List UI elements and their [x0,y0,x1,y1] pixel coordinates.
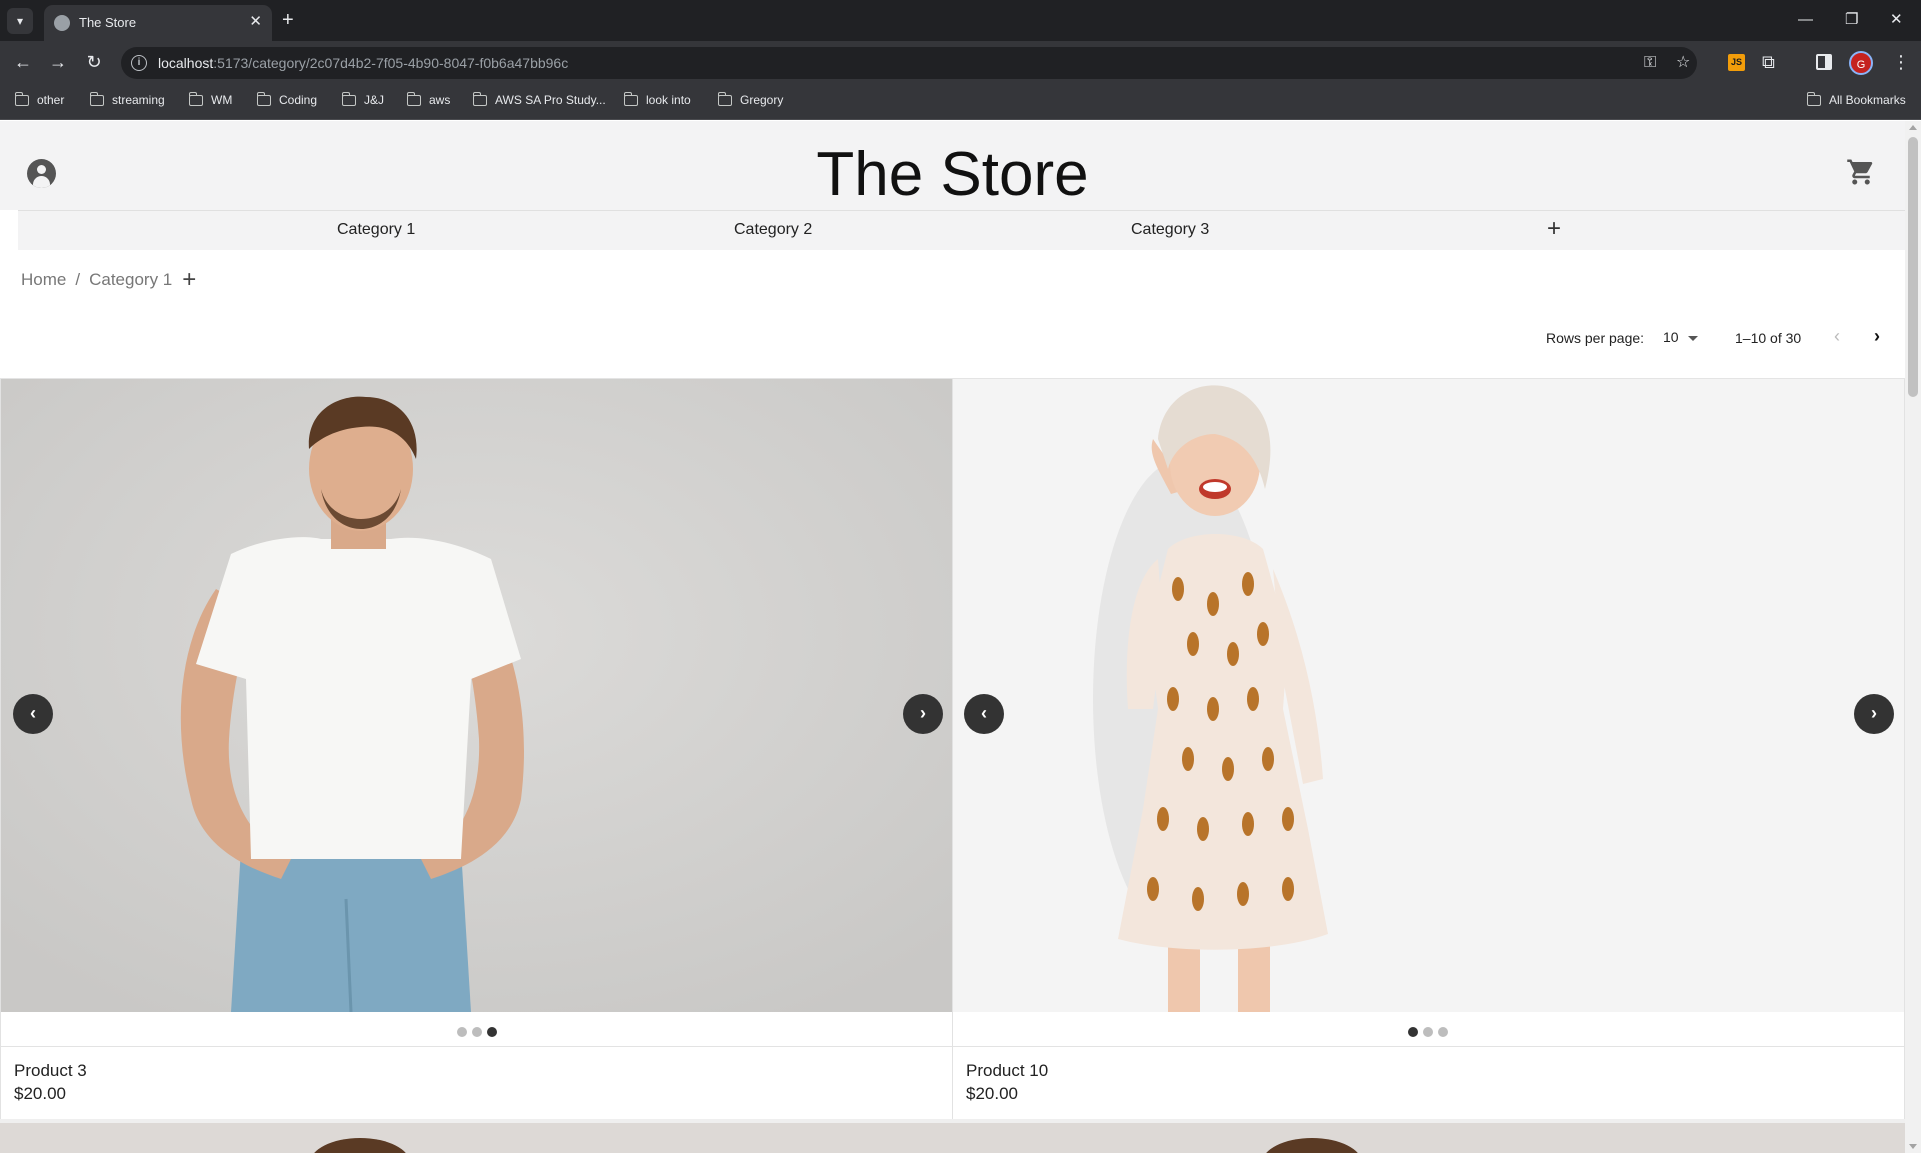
page-scrollbar[interactable] [1905,121,1921,1153]
close-window-icon[interactable]: ✕ [1890,10,1903,30]
new-tab-button[interactable]: + [282,9,294,31]
carousel-dot[interactable] [457,1027,467,1037]
product-card[interactable]: ‹ › Product 3 $20.00 [0,379,953,1119]
forward-arrow-icon[interactable]: → [47,51,69,73]
url-text[interactable]: localhost:5173/category/2c07d4b2-7f05-4b… [158,55,568,71]
password-key-icon[interactable]: ⚿ [1644,53,1656,73]
carousel-dot[interactable] [472,1027,482,1037]
carousel-indicators [457,1027,497,1037]
carousel-next-button[interactable]: › [903,694,943,734]
breadcrumb-current: Category 1 [89,270,173,289]
tab-search-button[interactable]: ▾ [7,8,33,34]
card-divider [953,1046,1904,1047]
pagination-range: 1–10 of 30 [1735,330,1802,346]
nav-category-2[interactable]: Category 2 [734,221,812,239]
folder-icon [188,91,203,106]
browser-tab-strip: ▾ The Store ✕ + — ❐ ✕ [0,0,1921,41]
bookmarks-bar: other streaming WM Coding J&J aws AWS SA… [0,84,1921,120]
add-product-icon[interactable]: + [182,268,196,292]
product-image[interactable] [1,379,952,1012]
store-header: The Store [0,121,1905,210]
carousel-previous-button[interactable]: ‹ [964,694,1004,734]
breadcrumb-separator: / [75,270,81,289]
bookmark-folder-coding[interactable]: Coding [256,91,317,107]
rows-per-page-label: Rows per page: [1546,330,1645,346]
carousel-dot-active[interactable] [487,1027,497,1037]
bookmark-folder-other[interactable]: other [14,91,64,107]
all-bookmarks-button[interactable]: All Bookmarks [1806,91,1906,107]
folder-icon [341,91,356,106]
bookmark-star-icon[interactable]: ☆ [1676,53,1690,73]
card-divider [1,1046,952,1047]
previous-page-icon[interactable]: ‹ [1834,326,1840,347]
globe-icon [54,15,70,31]
next-page-icon[interactable]: › [1874,326,1880,347]
folder-icon [89,91,104,106]
store-title: The Store [816,140,1089,209]
browser-tab[interactable]: The Store ✕ [44,5,272,41]
shopping-cart-icon[interactable] [1846,157,1876,187]
page-viewport: The Store Category 1 Category 2 Category… [0,121,1905,1153]
folder-icon [14,91,29,106]
bookmark-folder-aws[interactable]: aws [406,91,450,107]
nav-category-1[interactable]: Category 1 [337,221,415,239]
carousel-dot-active[interactable] [1408,1027,1418,1037]
browser-toolbar: ← → ↻ i localhost:5173/category/2c07d4b2… [0,41,1921,84]
scroll-up-arrow-icon[interactable] [1909,125,1917,130]
scrollbar-thumb[interactable] [1908,137,1918,397]
carousel-indicators [1408,1027,1448,1037]
carousel-previous-button[interactable]: ‹ [13,694,53,734]
category-nav: Category 1 Category 2 Category 3 + [18,210,1905,250]
profile-avatar[interactable]: G [1849,51,1873,75]
site-info-icon[interactable]: i [131,55,147,71]
extensions-puzzle-icon[interactable]: ⧉ [1762,52,1775,73]
address-bar[interactable]: i localhost:5173/category/2c07d4b2-7f05-… [121,47,1697,79]
product-name[interactable]: Product 10 [966,1061,1048,1081]
bookmark-folder-wm[interactable]: WM [188,91,232,107]
breadcrumb: Home / Category 1 + [21,268,196,292]
back-arrow-icon[interactable]: ← [12,51,34,73]
browser-menu-icon[interactable]: ⋮ [1892,51,1910,73]
folder-icon [717,91,732,106]
carousel-dot[interactable] [1423,1027,1433,1037]
carousel-dot[interactable] [1438,1027,1448,1037]
product-card[interactable]: ‹ › Product 10 $20.00 [952,379,1905,1119]
carousel-next-button[interactable]: › [1854,694,1894,734]
breadcrumb-home[interactable]: Home [21,270,66,290]
product-image[interactable] [953,379,1904,1012]
product-price: $20.00 [966,1084,1018,1103]
close-tab-icon[interactable]: ✕ [249,13,262,31]
add-category-icon[interactable]: + [1547,215,1561,243]
reload-icon[interactable]: ↻ [83,51,105,73]
scroll-down-arrow-icon[interactable] [1909,1144,1917,1149]
bookmark-folder-aws-sa-pro-study[interactable]: AWS SA Pro Study... [472,91,606,107]
side-panel-icon[interactable] [1816,54,1832,70]
minimize-icon[interactable]: — [1798,10,1813,30]
nav-category-3[interactable]: Category 3 [1131,221,1209,239]
tab-title: The Store [79,15,137,30]
bookmark-folder-look-into[interactable]: look into [623,91,691,107]
rows-per-page-select[interactable]: 10 [1663,329,1698,345]
js-extension-icon[interactable]: JS [1728,54,1745,71]
folder-icon [1806,91,1821,106]
folder-icon [256,91,271,106]
folder-icon [472,91,487,106]
product-card-partial[interactable] [0,1119,953,1153]
restore-icon[interactable]: ❐ [1845,10,1858,30]
bookmark-folder-streaming[interactable]: streaming [89,91,165,107]
bookmark-folder-jj[interactable]: J&J [341,91,384,107]
folder-icon [623,91,638,106]
product-price: $20.00 [14,1084,66,1103]
folder-icon [406,91,421,106]
bookmark-folder-gregory[interactable]: Gregory [717,91,783,107]
product-name[interactable]: Product 3 [14,1061,87,1081]
dropdown-caret-icon [1687,335,1698,341]
product-card-partial[interactable] [952,1119,1905,1153]
